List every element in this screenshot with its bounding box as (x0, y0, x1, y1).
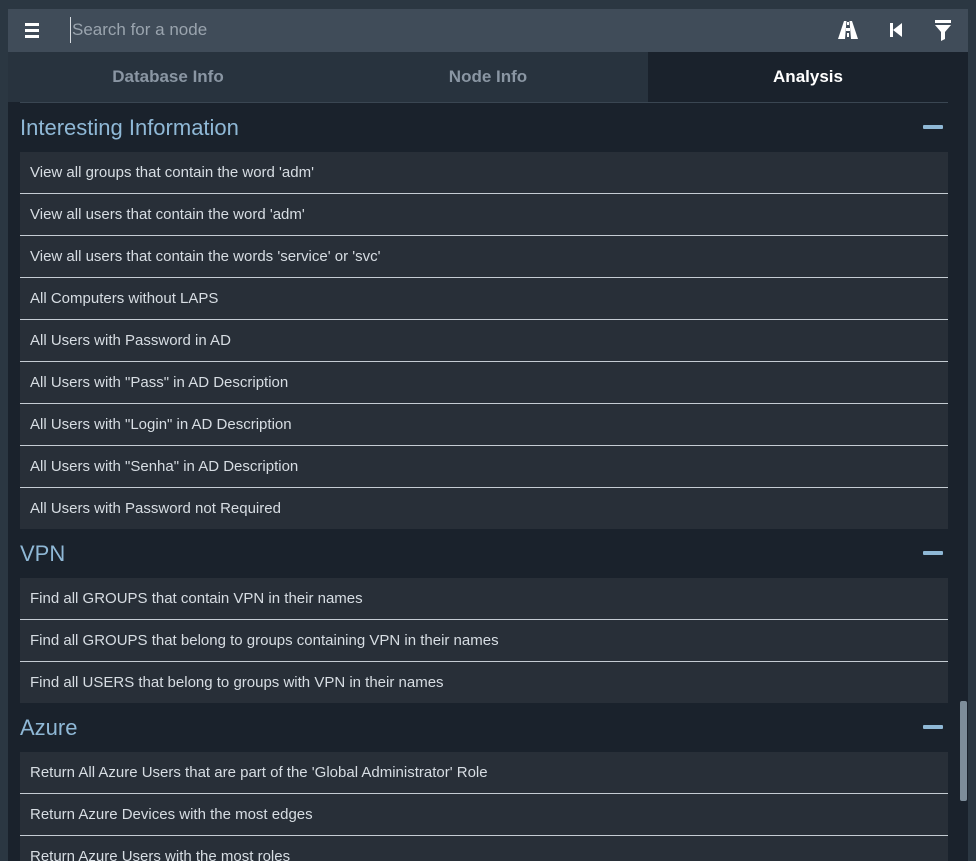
query-item[interactable]: All Users with "Senha" in AD Description (20, 446, 948, 488)
query-list-vpn: Find all GROUPS that contain VPN in thei… (20, 578, 948, 703)
section-title: VPN (20, 541, 66, 566)
query-item[interactable]: Return Azure Devices with the most edges (20, 794, 948, 836)
query-item[interactable]: Find all GROUPS that contain VPN in thei… (20, 578, 948, 620)
tab-analysis[interactable]: Analysis (648, 52, 968, 102)
collapse-icon[interactable] (923, 125, 943, 129)
tab-node-info[interactable]: Node Info (328, 52, 648, 102)
query-item[interactable]: Return Azure Users with the most roles (20, 836, 948, 861)
section-header-interesting-information: Interesting Information (20, 102, 948, 152)
tab-database-info[interactable]: Database Info (8, 52, 328, 102)
section-header-vpn: VPN (20, 528, 948, 578)
query-item[interactable]: View all users that contain the word 'ad… (20, 194, 948, 236)
query-item[interactable]: Find all GROUPS that belong to groups co… (20, 620, 948, 662)
scrollbar-thumb[interactable] (960, 701, 967, 801)
query-list-interesting-information: View all groups that contain the word 'a… (20, 152, 948, 529)
section-header-azure: Azure (20, 702, 948, 752)
collapse-icon[interactable] (923, 725, 943, 729)
query-item[interactable]: View all groups that contain the word 'a… (20, 152, 948, 194)
query-item[interactable]: Return All Azure Users that are part of … (20, 752, 948, 794)
collapse-icon[interactable] (923, 551, 943, 555)
query-item[interactable]: All Users with "Pass" in AD Description (20, 362, 948, 404)
section-title: Azure (20, 715, 78, 740)
section-title: Interesting Information (20, 115, 239, 140)
search-input[interactable] (70, 17, 812, 43)
tab-bar: Database Info Node Info Analysis (8, 52, 968, 102)
query-item[interactable]: View all users that contain the words 's… (20, 236, 948, 278)
analysis-content: Interesting Information View all groups … (20, 102, 948, 861)
query-item[interactable]: All Users with "Login" in AD Description (20, 404, 948, 446)
menu-icon[interactable] (21, 19, 43, 41)
query-item[interactable]: All Computers without LAPS (20, 278, 948, 320)
search-bar (8, 9, 968, 52)
pathfinding-icon[interactable] (836, 18, 860, 42)
query-list-azure: Return All Azure Users that are part of … (20, 752, 948, 861)
query-item[interactable]: All Users with Password not Required (20, 488, 948, 529)
query-item[interactable]: Find all USERS that belong to groups wit… (20, 662, 948, 703)
filter-icon[interactable] (931, 18, 955, 42)
query-item[interactable]: All Users with Password in AD (20, 320, 948, 362)
analysis-panel: Database Info Node Info Analysis Interes… (8, 9, 968, 861)
back-icon[interactable] (884, 18, 908, 42)
